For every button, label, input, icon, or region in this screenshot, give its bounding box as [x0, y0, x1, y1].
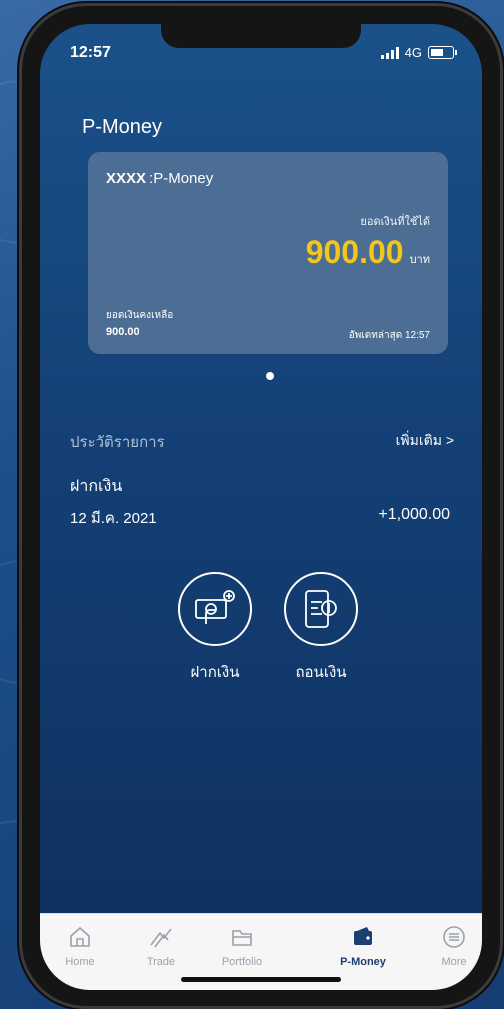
tab-more-label: More: [441, 956, 467, 968]
transaction-date: 12 มี.ค. 2021: [70, 510, 157, 527]
account-masked: XXXX: [106, 170, 147, 187]
tab-portfolio-label: Portfolio: [221, 956, 263, 968]
deposit-label: ฝากเงิน: [190, 664, 240, 681]
history-label: ประวัติรายการ: [70, 434, 165, 451]
wallet-icon: [323, 924, 403, 950]
last-updated: อัพเดทล่าสุด 12:57: [348, 330, 430, 341]
page-title: P-Money: [82, 116, 163, 138]
bottom-tab-bar: Home Trade Portfolio P-Money More: [40, 913, 482, 990]
withdraw-icon: [284, 572, 358, 646]
withdraw-label: ถอนเงิน: [295, 664, 347, 681]
trade-icon: [121, 924, 201, 950]
tab-portfolio[interactable]: Portfolio: [202, 924, 282, 968]
status-icons: 4G: [380, 45, 457, 60]
available-amount-row: 900.00 บาท: [306, 234, 430, 271]
page-indicator-dot[interactable]: [266, 372, 274, 380]
battery-icon: [428, 46, 457, 59]
app-screen: 12:57 4G P-Money XXXX:P-Money ยอดเงินที่…: [40, 24, 482, 990]
card-account: XXXX:P-Money: [106, 170, 213, 187]
signal-icon: [380, 46, 399, 59]
menu-icon: [414, 924, 482, 950]
home-icon: [40, 924, 120, 950]
withdraw-button[interactable]: ถอนเงิน: [276, 572, 366, 684]
history-more-link[interactable]: เพิ่มเติม >: [396, 430, 454, 452]
phone-frame: 12:57 4G P-Money XXXX:P-Money ยอดเงินที่…: [22, 6, 500, 1006]
network-label: 4G: [404, 45, 422, 60]
tab-more[interactable]: More: [414, 924, 482, 968]
account-name: :P-Money: [149, 170, 214, 187]
notch: [161, 24, 361, 48]
transaction-amount: +1,000.00: [378, 506, 450, 523]
tab-trade-label: Trade: [146, 956, 176, 968]
deposit-icon: [178, 572, 252, 646]
deposit-button[interactable]: ฝากเงิน: [170, 572, 260, 684]
balance-label: ยอดเงินคงเหลือ: [106, 310, 174, 321]
portfolio-icon: [202, 924, 282, 950]
available-label: ยอดเงินที่ใช้ได้: [360, 216, 430, 228]
status-time: 12:57: [70, 44, 111, 61]
available-amount: 900.00: [305, 234, 404, 270]
home-indicator[interactable]: [181, 977, 341, 982]
balance-value: 900.00: [106, 326, 140, 338]
tab-p-money-label: P-Money: [340, 956, 386, 968]
tab-home-label: Home: [65, 956, 95, 968]
balance-card[interactable]: XXXX:P-Money ยอดเงินที่ใช้ได้ 900.00 บาท…: [88, 152, 448, 354]
tab-p-money[interactable]: P-Money: [323, 924, 403, 968]
transaction-type: ฝากเงิน: [70, 478, 123, 495]
tab-home[interactable]: Home: [40, 924, 120, 968]
tab-trade[interactable]: Trade: [121, 924, 201, 968]
currency-unit: บาท: [409, 254, 430, 266]
